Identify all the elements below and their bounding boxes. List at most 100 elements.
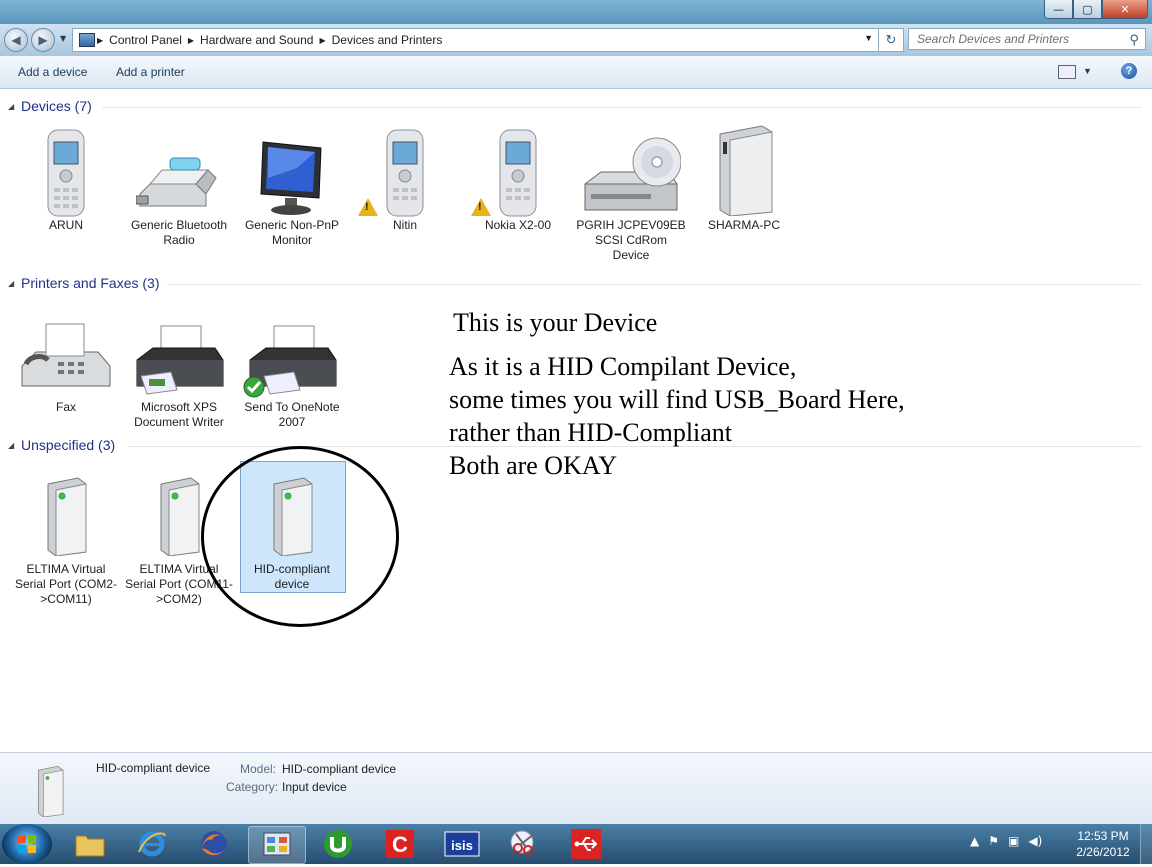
annotation-circle: [201, 446, 399, 627]
taskbar-usb-app[interactable]: [558, 826, 614, 862]
annotation-title: This is your Device: [453, 308, 658, 337]
search-input[interactable]: Search Devices and Printers ⚲: [908, 28, 1146, 50]
start-button[interactable]: [2, 824, 52, 864]
printer-icon: [136, 325, 224, 395]
minimize-button[interactable]: —: [1044, 0, 1073, 19]
details-device-name: HID-compliant device: [96, 761, 211, 775]
volume-icon[interactable]: ◀): [1028, 834, 1042, 848]
taskbar-explorer[interactable]: [62, 826, 118, 862]
control-panel-icon: [263, 832, 291, 856]
taskbar-utorrent[interactable]: [310, 826, 366, 862]
group-header-devices[interactable]: Devices (7): [21, 98, 92, 114]
show-desktop-button[interactable]: [1140, 824, 1152, 864]
group-header-printers[interactable]: Printers and Faxes (3): [21, 275, 160, 291]
device-cdrom[interactable]: PGRIH JCPEV09EB SCSI CdRom Device: [576, 124, 686, 263]
action-center-flag-icon[interactable]: ⚑: [988, 834, 999, 848]
windows-logo-icon: [18, 835, 36, 853]
device-label: Generic Bluetooth Radio: [130, 218, 228, 247]
breadcrumb-arrow-icon[interactable]: ▶: [95, 36, 105, 45]
monitor-icon: [260, 141, 322, 215]
device-eltima-com2-com11[interactable]: ELTIMA Virtual Serial Port (COM2->COM11): [11, 468, 121, 607]
taskbar-firefox[interactable]: [186, 826, 242, 862]
breadcrumb-devices-and-printers[interactable]: Devices and Printers: [328, 33, 447, 47]
device-nitin[interactable]: ! Nitin: [350, 124, 460, 233]
control-panel-icon: [79, 33, 95, 47]
device-generic-non-pnp-monitor[interactable]: Generic Non-PnP Monitor: [237, 124, 347, 248]
help-icon[interactable]: ?: [1121, 63, 1137, 79]
generic-device-icon: [47, 477, 87, 556]
details-pane: HID-compliant device Model: HID-complian…: [0, 752, 1152, 825]
printer-microsoft-xps[interactable]: Microsoft XPS Document Writer: [124, 306, 234, 430]
maximize-button[interactable]: ▢: [1073, 0, 1102, 19]
refresh-button[interactable]: ↻: [878, 29, 903, 51]
printer-label: Microsoft XPS Document Writer: [134, 400, 224, 429]
device-sharma-pc[interactable]: SHARMA-PC: [689, 124, 799, 233]
printer-send-to-onenote[interactable]: Send To OneNote 2007: [237, 306, 347, 430]
device-label: PGRIH JCPEV09EB SCSI CdRom Device: [576, 218, 686, 262]
network-icon[interactable]: ▣: [1008, 834, 1019, 848]
annotation-line: rather than HID-Compliant: [449, 418, 733, 447]
taskbar-internet-explorer[interactable]: [124, 826, 180, 862]
details-model-value: HID-compliant device: [282, 762, 397, 776]
mobile-phone-icon: [499, 129, 537, 217]
search-placeholder: Search Devices and Printers: [917, 32, 1070, 46]
taskbar-isis[interactable]: isis: [434, 826, 490, 862]
clock[interactable]: 12:53 PM 2/26/2012: [1070, 828, 1136, 860]
device-nokia-x2-00[interactable]: ! Nokia X2-00: [463, 124, 573, 233]
clock-date: 2/26/2012: [1076, 845, 1130, 859]
address-bar[interactable]: ▶ Control Panel ▶ Hardware and Sound ▶ D…: [72, 28, 904, 52]
cdrom-drive-icon: [584, 137, 681, 211]
forward-button[interactable]: ▶: [31, 28, 55, 52]
annotation-text: As it is a HID Compilant Device, some ti…: [449, 350, 905, 482]
command-bar: Add a device Add a printer ▼ ?: [0, 56, 1152, 89]
utorrent-icon: [324, 830, 352, 858]
ccleaner-icon: C: [386, 830, 414, 858]
group-divider: [167, 284, 1142, 285]
device-label: Nokia X2-00: [484, 218, 552, 232]
details-model-key: Model:: [240, 762, 277, 776]
bluetooth-dongle-icon: [136, 157, 217, 207]
scissors-icon: [510, 830, 535, 855]
change-view-icon[interactable]: [1058, 65, 1076, 79]
mobile-phone-icon: [47, 129, 85, 217]
recent-pages-dropdown[interactable]: ▼: [60, 34, 66, 43]
printer-fax[interactable]: Fax: [11, 306, 121, 415]
isis-text: isis: [451, 838, 473, 853]
annotation-line: As it is a HID Compilant Device,: [449, 352, 797, 381]
device-label: ELTIMA Virtual Serial Port (COM2->COM11): [14, 562, 118, 606]
address-dropdown-icon[interactable]: ▼: [864, 33, 873, 43]
add-device-button[interactable]: Add a device: [18, 65, 87, 79]
taskbar-ccleaner[interactable]: C: [372, 826, 428, 862]
back-arrow-icon: ◀: [11, 33, 21, 47]
device-label: SHARMA-PC: [707, 218, 780, 232]
generic-device-icon: [37, 765, 64, 817]
add-printer-button[interactable]: Add a printer: [116, 65, 185, 79]
taskbar-snipping-tool[interactable]: [496, 826, 552, 862]
device-generic-bluetooth-radio[interactable]: Generic Bluetooth Radio: [124, 124, 234, 248]
warning-icon: !: [358, 198, 378, 216]
taskbar-control-panel[interactable]: [248, 826, 306, 864]
address-row: ◀ ▶ ▼ ▶ Control Panel ▶ Hardware and Sou…: [0, 24, 1152, 56]
show-hidden-icons-icon[interactable]: ▲: [970, 834, 979, 848]
collapse-arrow-icon[interactable]: ◢: [8, 279, 14, 288]
usb-icon: [571, 829, 601, 859]
back-button[interactable]: ◀: [4, 28, 28, 52]
group-header-unspecified[interactable]: Unspecified (3): [21, 437, 115, 453]
internet-explorer-icon: [138, 831, 166, 857]
breadcrumb-control-panel[interactable]: Control Panel: [105, 33, 186, 47]
group-divider: [102, 107, 1142, 108]
collapse-arrow-icon[interactable]: ◢: [8, 441, 14, 450]
forward-arrow-icon: ▶: [38, 33, 48, 47]
device-arun[interactable]: ARUN: [11, 124, 121, 233]
breadcrumb-hardware-and-sound[interactable]: Hardware and Sound: [196, 33, 317, 47]
breadcrumb-arrow-icon[interactable]: ▶: [186, 36, 196, 45]
view-options-dropdown[interactable]: ▼: [1083, 66, 1092, 76]
device-label: Nitin: [392, 218, 417, 232]
folder-icon: [75, 835, 105, 857]
title-bar: — ▢ ✕: [0, 0, 1152, 24]
collapse-arrow-icon[interactable]: ◢: [8, 102, 14, 111]
search-icon[interactable]: ⚲: [1129, 32, 1139, 48]
breadcrumb-arrow-icon[interactable]: ▶: [317, 36, 327, 45]
clock-time: 12:53 PM: [1077, 829, 1129, 843]
close-button[interactable]: ✕: [1102, 0, 1148, 19]
